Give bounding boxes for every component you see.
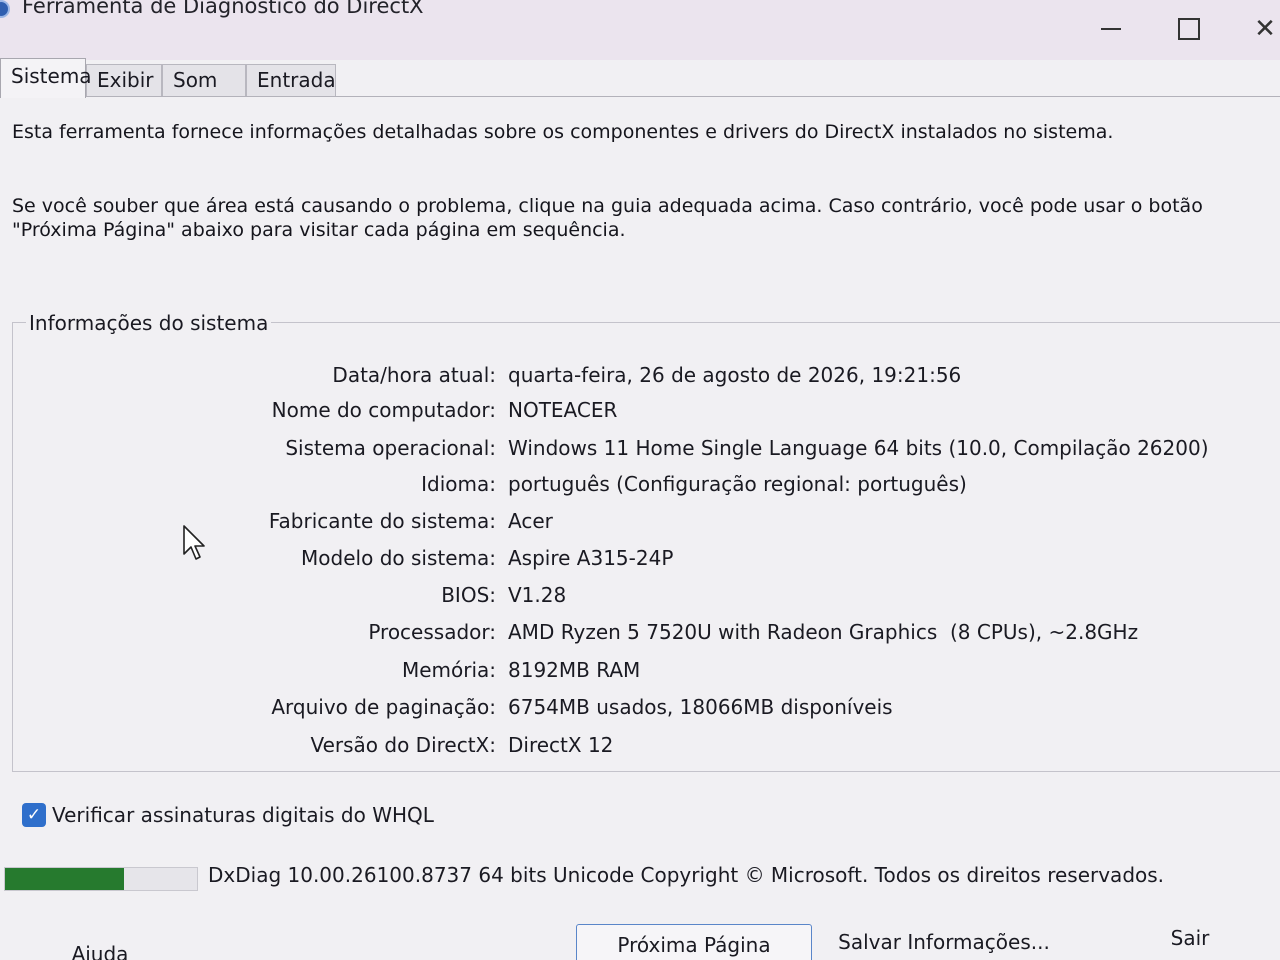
info-value: NOTEACER — [508, 398, 618, 422]
info-value: AMD Ryzen 5 7520U with Radeon Graphics — [508, 620, 938, 644]
tab-sistema[interactable]: Sistema — [0, 58, 92, 98]
info-label: Modelo do sistema: — [301, 546, 496, 570]
info-row-bios: BIOS: V1.28 — [0, 580, 1280, 610]
info-value: quarta-feira, 26 de agosto de 2026, 19:2… — [508, 363, 962, 387]
info-row-page-file: Arquivo de paginação: 6754MB usados, 180… — [0, 692, 1280, 722]
info-row-date: Data/hora atual: quarta-feira, 26 de ago… — [0, 360, 1280, 390]
info-label: BIOS: — [441, 583, 496, 607]
info-label: Versão do DirectX: — [310, 733, 496, 757]
tab-bar: Sistema Exibir Som Entrada — [0, 58, 1280, 98]
minimize-button[interactable] — [1096, 14, 1126, 44]
progress-bar-fill — [5, 868, 125, 890]
info-value: português (Configuração regional: portug… — [508, 472, 967, 496]
close-button[interactable]: ✕ — [1250, 14, 1280, 44]
info-value: Acer — [508, 509, 553, 533]
info-value: 8192MB RAM — [508, 658, 641, 682]
help-button[interactable]: Ajuda — [60, 934, 140, 960]
info-row-memory: Memória: 8192MB RAM — [0, 655, 1280, 685]
info-label: Arquivo de paginação: — [271, 695, 496, 719]
status-text: DxDiag 10.00.26100.8737 64 bits Unicode … — [208, 863, 1165, 887]
whql-checkbox-label[interactable]: Verificar assinaturas digitais do WHQL — [52, 800, 434, 830]
title-bar: Ferramenta de Diagnóstico do DirectX ✕ — [0, 0, 1280, 60]
info-row-os: Sistema operacional: Windows 11 Home Sin… — [0, 433, 1280, 463]
save-information-button[interactable]: Salvar Informações... — [836, 922, 1052, 960]
info-label: Fabricante do sistema: — [268, 509, 496, 533]
cpu-count-value: (8 CPUs), ~2.8GHz — [950, 620, 1139, 644]
info-row-directx-version: Versão do DirectX: DirectX 12 — [0, 730, 1280, 760]
exit-button[interactable]: Sair — [1150, 918, 1230, 958]
tab-exibir[interactable]: Exibir — [86, 64, 162, 96]
info-label: Data/hora atual: — [332, 363, 496, 387]
mouse-pointer-icon — [183, 525, 205, 560]
info-value: Windows 11 Home Single Language 64 bits … — [508, 436, 1209, 460]
info-label: Nome do computador: — [271, 398, 496, 422]
info-row-processor: Processador: AMD Ryzen 5 7520U with Rade… — [0, 617, 1280, 647]
checkmark-icon: ✓ — [26, 804, 42, 825]
tab-som[interactable]: Som — [162, 64, 246, 96]
system-info-group-title: Informações do sistema — [26, 311, 272, 335]
progress-bar — [4, 867, 198, 891]
info-row-computer-name: Nome do computador: NOTEACER — [0, 395, 1280, 425]
info-value: DirectX 12 — [508, 733, 614, 757]
info-value: 6754MB usados, 18066MB disponíveis — [508, 695, 893, 719]
dxdiag-window: Ferramenta de Diagnóstico do DirectX ✕ S… — [0, 0, 1280, 960]
info-value: V1.28 — [508, 583, 567, 607]
info-label: Memória: — [401, 658, 496, 682]
info-label: Processador: — [368, 620, 496, 644]
info-value: Aspire A315-24P — [508, 546, 674, 570]
whql-checkbox[interactable]: ✓ — [22, 803, 46, 827]
info-label: Idioma: — [421, 472, 496, 496]
window-title: Ferramenta de Diagnóstico do DirectX — [22, 0, 424, 18]
tab-divider — [0, 96, 1280, 97]
maximize-button[interactable] — [1174, 14, 1204, 44]
next-page-button[interactable]: Próxima Página — [576, 924, 812, 960]
intro-text: Esta ferramenta fornece informações deta… — [12, 121, 1114, 143]
instructions-text: Se você souber que área está causando o … — [12, 195, 1203, 241]
info-row-language: Idioma: português (Configuração regional… — [0, 469, 1280, 499]
info-label: Sistema operacional: — [285, 436, 496, 460]
tab-entrada[interactable]: Entrada — [246, 64, 336, 96]
directx-app-icon — [0, 0, 10, 18]
